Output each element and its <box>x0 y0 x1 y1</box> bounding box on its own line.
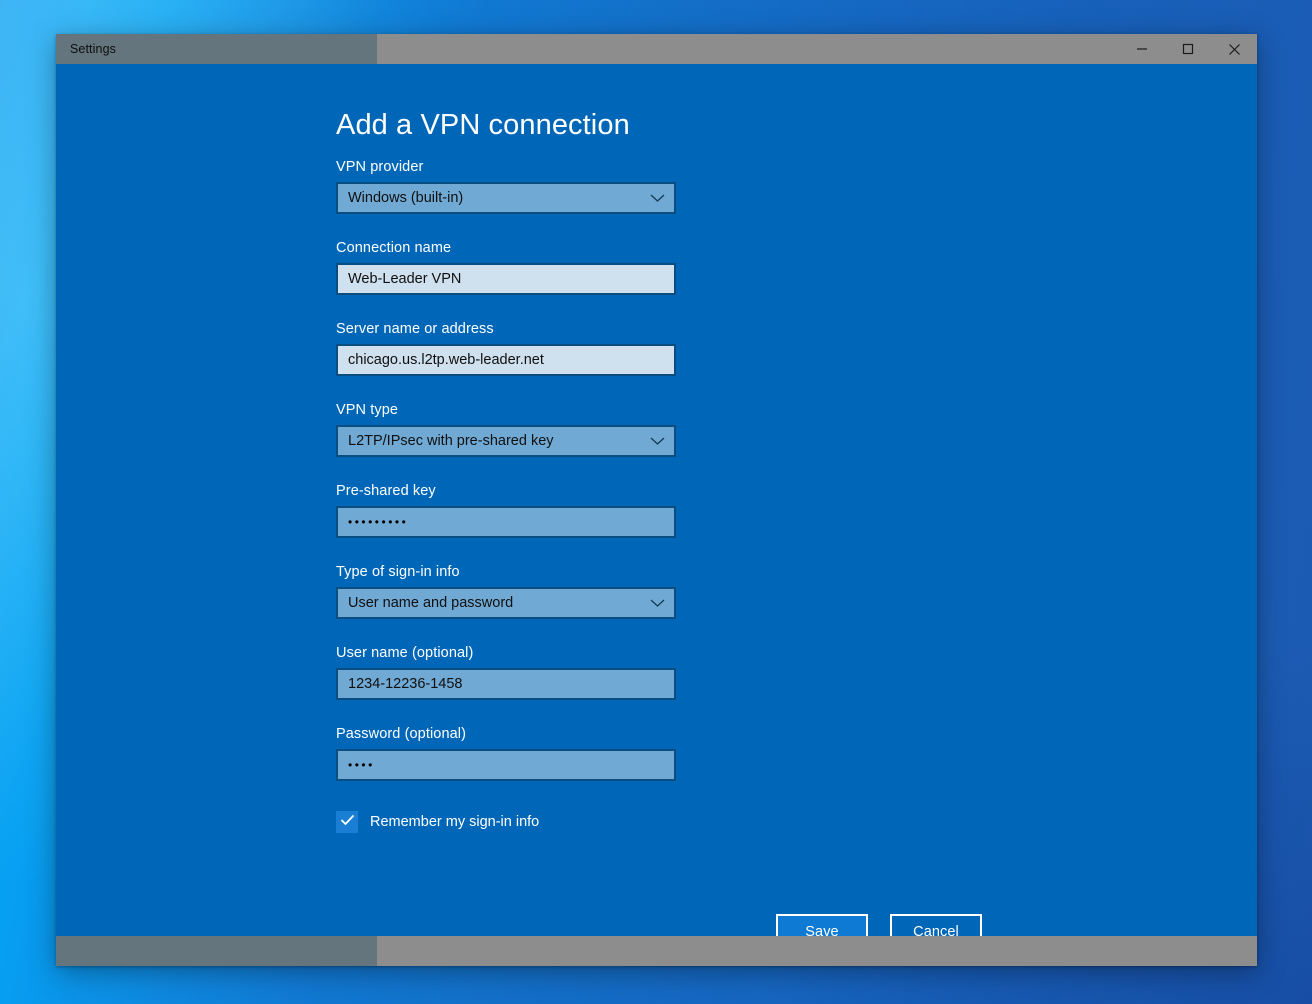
vpn-provider-select[interactable]: Windows (built-in) <box>336 182 676 214</box>
label-server-name: Server name or address <box>336 321 494 337</box>
label-password: Password (optional) <box>336 726 467 742</box>
field-pre-shared-key: Pre-shared key ••••••••• <box>336 483 676 538</box>
field-password: Password (optional) •••• <box>336 726 676 781</box>
vpn-type-select[interactable]: L2TP/IPsec with pre-shared key <box>336 425 676 457</box>
maximize-button[interactable] <box>1165 34 1211 64</box>
label-vpn-provider: VPN provider <box>336 159 424 175</box>
server-name-input[interactable]: chicago.us.l2tp.web-leader.net <box>336 344 676 376</box>
user-name-value: 1234-12236-1458 <box>348 676 463 692</box>
user-name-input[interactable]: 1234-12236-1458 <box>336 668 676 700</box>
vpn-type-value: L2TP/IPsec with pre-shared key <box>348 433 554 449</box>
field-connection-name: Connection name Web-Leader VPN <box>336 240 676 295</box>
remember-signin-checkbox-row[interactable]: Remember my sign-in info <box>336 811 676 833</box>
window-controls <box>1119 34 1257 64</box>
remember-signin-label: Remember my sign-in info <box>370 814 540 830</box>
field-signin-type: Type of sign-in info User name and passw… <box>336 564 676 619</box>
label-user-name: User name (optional) <box>336 645 474 661</box>
label-signin-type: Type of sign-in info <box>336 564 460 580</box>
field-user-name: User name (optional) 1234-12236-1458 <box>336 645 676 700</box>
label-connection-name: Connection name <box>336 240 452 256</box>
signin-type-value: User name and password <box>348 595 514 611</box>
vpn-form: VPN provider Windows (built-in) Connecti… <box>336 159 676 833</box>
password-value: •••• <box>348 759 375 771</box>
label-vpn-type: VPN type <box>336 402 399 418</box>
connection-name-value: Web-Leader VPN <box>348 271 462 287</box>
field-server-name: Server name or address chicago.us.l2tp.w… <box>336 321 676 376</box>
signin-type-select[interactable]: User name and password <box>336 587 676 619</box>
maximize-icon <box>1182 43 1194 55</box>
chevron-down-icon <box>650 437 665 446</box>
label-pre-shared-key: Pre-shared key <box>336 483 436 499</box>
window-title: Settings <box>70 42 116 56</box>
server-name-value: chicago.us.l2tp.web-leader.net <box>348 352 544 368</box>
field-vpn-type: VPN type L2TP/IPsec with pre-shared key <box>336 402 676 457</box>
pre-shared-key-value: ••••••••• <box>348 516 409 528</box>
pre-shared-key-input[interactable]: ••••••••• <box>336 506 676 538</box>
connection-name-input[interactable]: Web-Leader VPN <box>336 263 676 295</box>
field-vpn-provider: VPN provider Windows (built-in) <box>336 159 676 214</box>
settings-content: Add a VPN connection VPN provider Window… <box>56 64 1257 949</box>
bottom-bar-active-segment <box>56 936 377 966</box>
chevron-down-icon <box>650 599 665 608</box>
settings-window: Settings Add a VPN connection VPN provid… <box>56 34 1257 966</box>
vpn-provider-value: Windows (built-in) <box>348 190 464 206</box>
title-bar[interactable]: Settings <box>56 34 1257 64</box>
remember-signin-checkbox[interactable] <box>336 811 358 833</box>
bottom-bar <box>56 936 1257 966</box>
checkmark-icon <box>340 813 355 831</box>
minimize-button[interactable] <box>1119 34 1165 64</box>
close-icon <box>1228 43 1241 56</box>
close-button[interactable] <box>1211 34 1257 64</box>
chevron-down-icon <box>650 194 665 203</box>
password-input[interactable]: •••• <box>336 749 676 781</box>
page-title: Add a VPN connection <box>336 109 630 141</box>
minimize-icon <box>1136 43 1148 55</box>
